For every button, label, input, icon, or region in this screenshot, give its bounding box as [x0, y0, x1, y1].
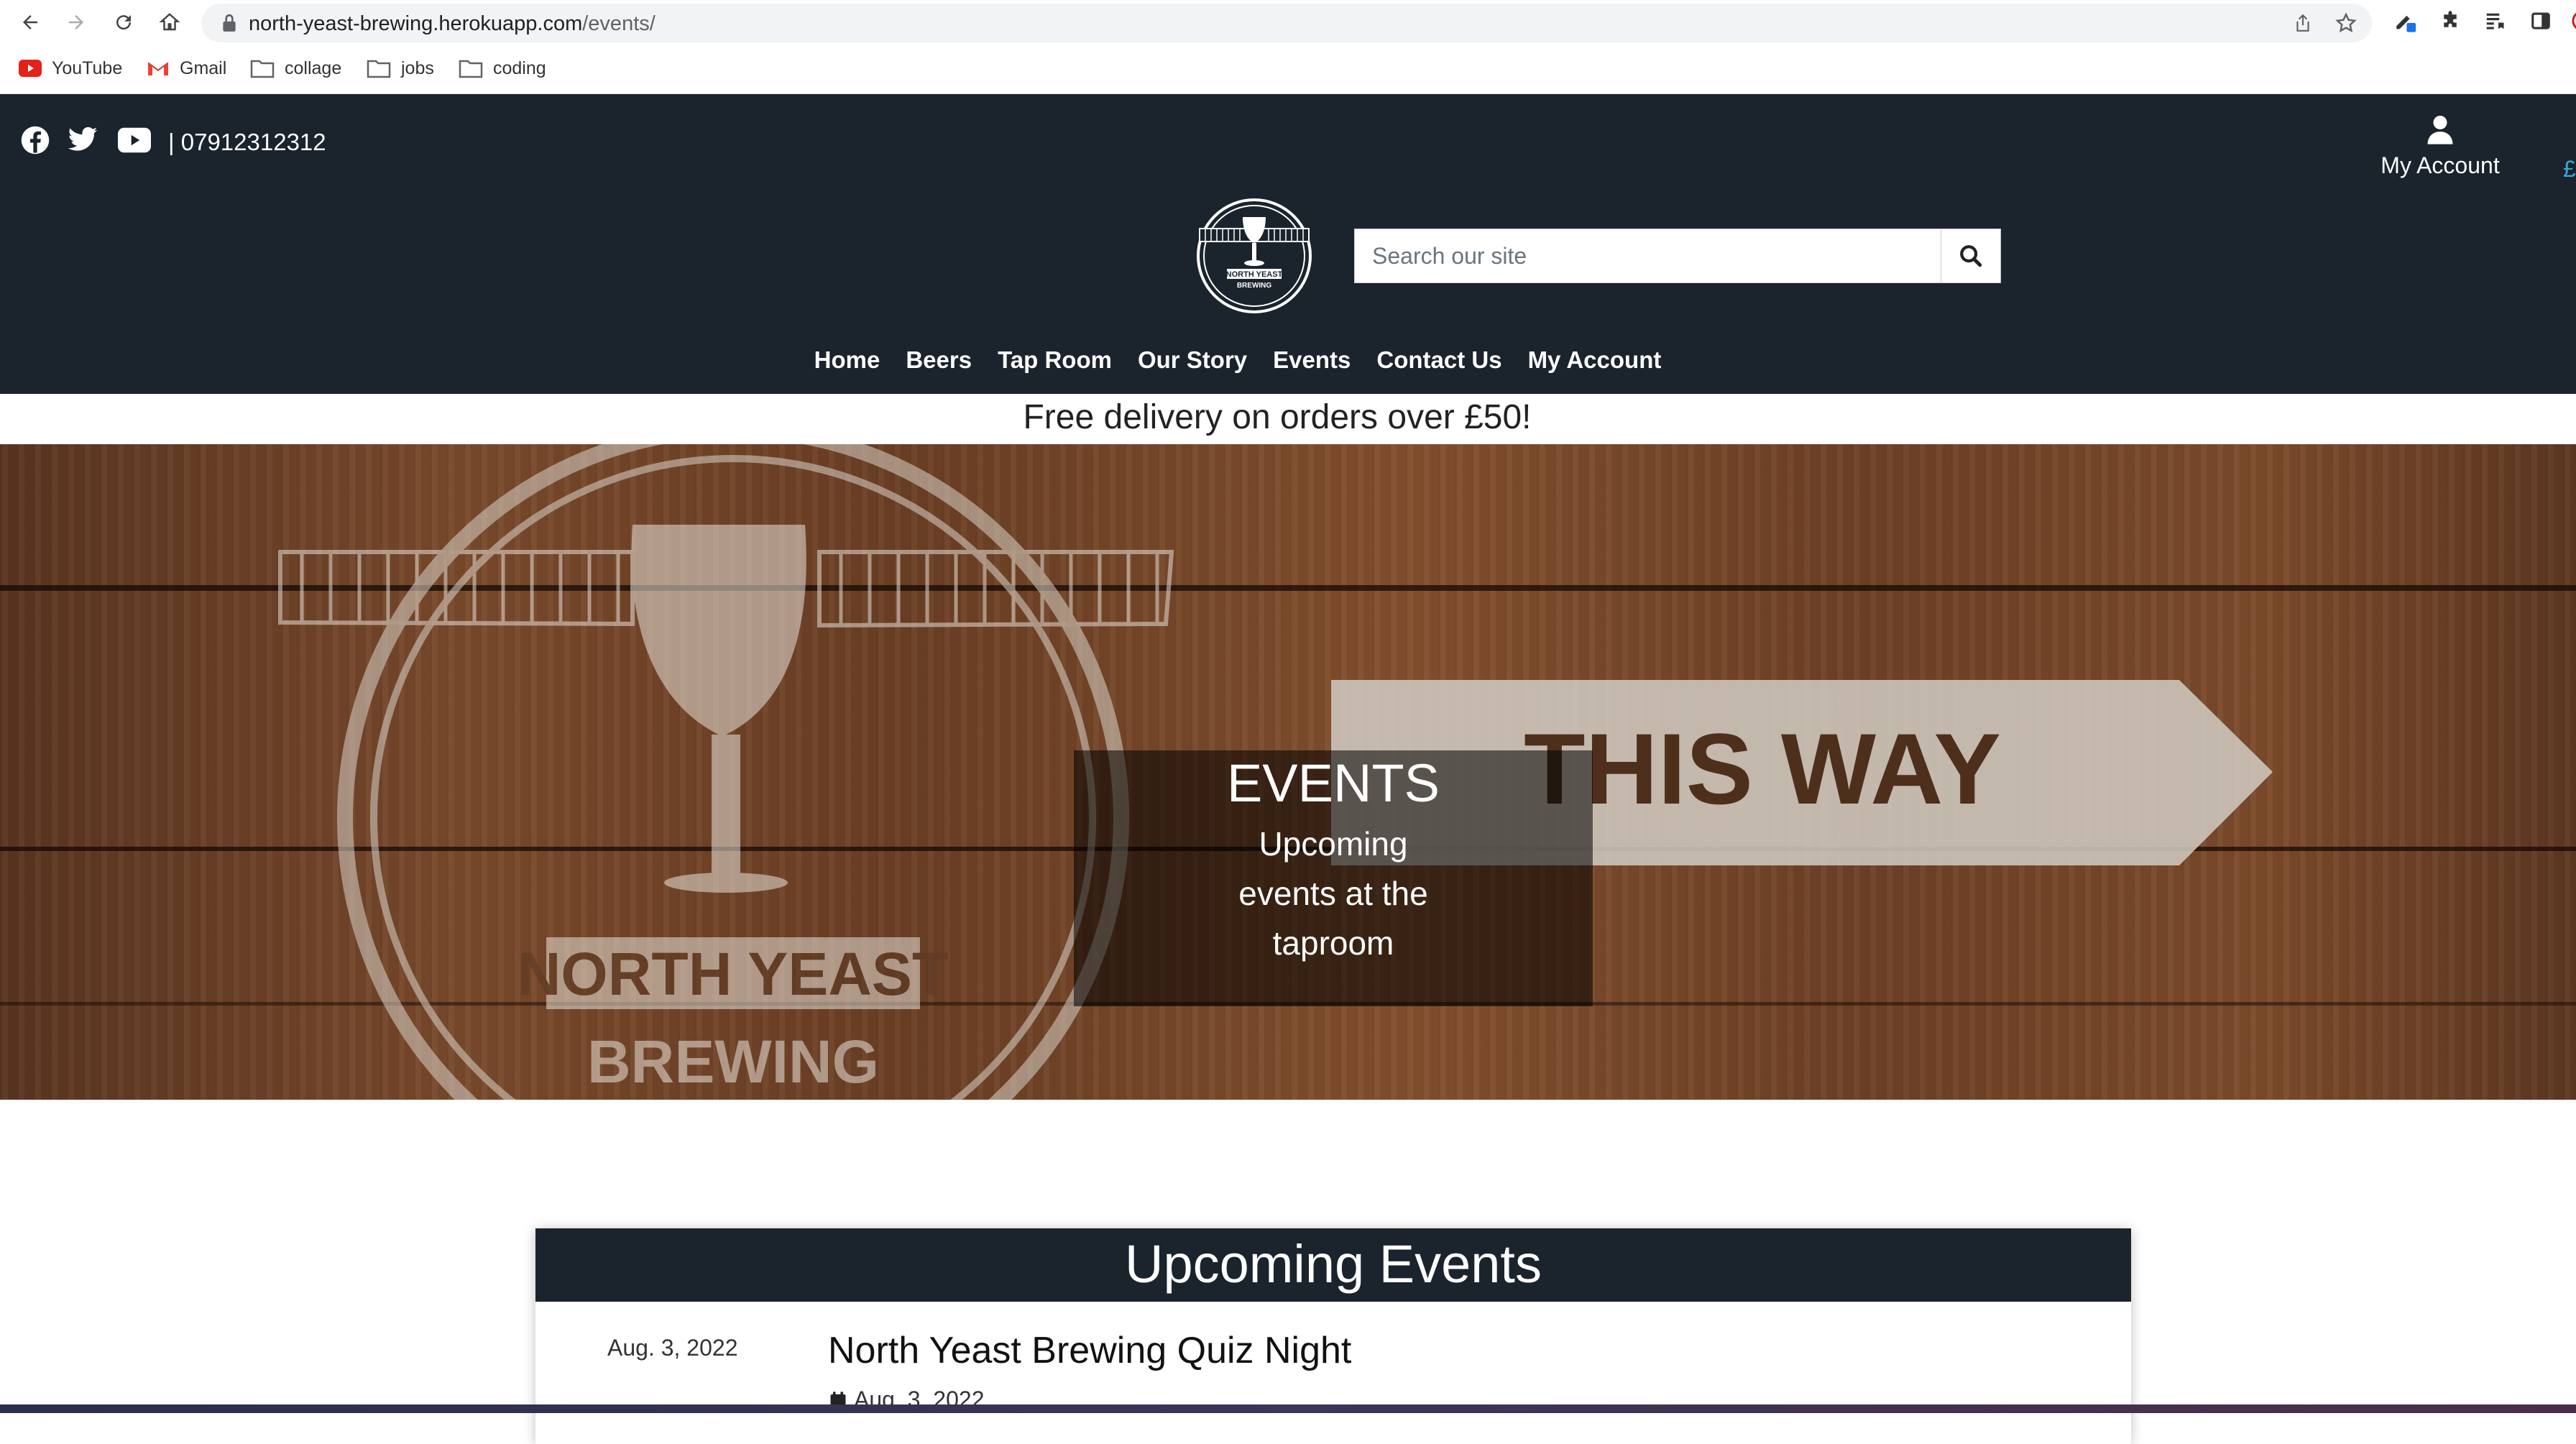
bookmark-label: coding: [493, 58, 546, 78]
home-icon[interactable]: [152, 6, 187, 39]
my-account-link[interactable]: My Account: [2379, 114, 2501, 179]
hero-brewery-logo: NORTH YEAST BREWING: [278, 444, 1174, 1100]
extensions-puzzle-icon[interactable]: [2438, 9, 2462, 33]
url-path: /events/: [582, 12, 656, 35]
bookmarks-bar: YouTube Gmail collage jobs coding: [0, 45, 2576, 94]
twitter-icon[interactable]: [66, 124, 99, 157]
profile-avatar[interactable]: [2564, 9, 2576, 33]
main-nav: Home Beers Tap Room Our Story Events Con…: [0, 339, 2576, 382]
reload-icon[interactable]: [106, 6, 141, 39]
extension-pen-icon[interactable]: [2393, 9, 2418, 33]
search-button[interactable]: [1941, 229, 2000, 282]
hero-logo-text-bottom: BREWING: [587, 1028, 879, 1095]
search-icon: [1960, 245, 1982, 267]
delivery-banner: Free delivery on orders over £50!: [1023, 398, 1532, 436]
bookmark-label: YouTube: [52, 58, 123, 78]
nav-my-account[interactable]: My Account: [1528, 339, 1662, 382]
youtube-icon[interactable]: [118, 124, 151, 157]
bookmark-jobs[interactable]: jobs: [367, 55, 434, 82]
logo-text-top: NORTH YEAST: [1226, 270, 1283, 279]
user-icon: [2427, 116, 2453, 144]
bookmark-youtube[interactable]: YouTube: [19, 55, 122, 82]
nav-our-story[interactable]: Our Story: [1138, 339, 1247, 382]
search-input[interactable]: [1355, 229, 1936, 282]
browser-toolbar: north-yeast-brewing.herokuapp.com/events…: [0, 0, 2576, 45]
address-bar[interactable]: north-yeast-brewing.herokuapp.com/events…: [201, 4, 2372, 42]
nav-tap-room[interactable]: Tap Room: [998, 339, 1112, 382]
sign-text: THIS WAY: [1524, 712, 2001, 825]
youtube-icon: [19, 60, 42, 77]
back-icon[interactable]: [13, 6, 47, 39]
hero-logo-text-top: NORTH YEAST: [518, 940, 949, 1008]
event-date: Aug. 3, 2022: [607, 1335, 738, 1361]
taskbar-edge: [0, 1404, 2576, 1413]
hero-title: EVENTS: [1226, 753, 1440, 813]
bookmark-coding[interactable]: coding: [459, 55, 546, 82]
bookmark-star-icon[interactable]: [2334, 12, 2358, 35]
site-header: | 07912312312 My Account £ NORTH YEAST B…: [0, 94, 2576, 394]
bookmark-label: collage: [285, 58, 342, 78]
nav-contact-us[interactable]: Contact Us: [1376, 339, 1501, 382]
side-panel-icon[interactable]: [2529, 9, 2553, 33]
url-host: north-yeast-brewing.herokuapp.com: [249, 12, 583, 35]
gmail-icon: [147, 62, 169, 75]
search-form: [1354, 229, 2001, 283]
folder-icon: [250, 60, 275, 78]
phone-number: | 07912312312: [168, 129, 326, 155]
hero-subtitle: Upcoming events at the taproom: [1238, 825, 1428, 962]
event-title[interactable]: North Yeast Brewing Quiz Night: [828, 1329, 1351, 1372]
folder-icon: [459, 60, 483, 78]
forward-icon[interactable]: [59, 6, 93, 39]
bookmark-collage[interactable]: collage: [250, 55, 341, 82]
nav-events[interactable]: Events: [1273, 339, 1351, 382]
bookmark-label: jobs: [401, 58, 434, 78]
facebook-icon[interactable]: [19, 124, 52, 157]
folder-icon: [367, 60, 391, 78]
hero-caption: EVENTS Upcoming events at the taproom: [1074, 750, 1593, 1006]
nav-beers[interactable]: Beers: [906, 339, 972, 382]
logo-text-bottom: BREWING: [1237, 282, 1272, 290]
url-text[interactable]: north-yeast-brewing.herokuapp.com/events…: [249, 12, 656, 36]
bookmark-label: Gmail: [180, 58, 227, 78]
share-icon[interactable]: [2291, 12, 2314, 35]
nav-home[interactable]: Home: [814, 339, 880, 382]
events-heading: Upcoming Events: [535, 1228, 2131, 1302]
site-logo[interactable]: NORTH YEAST BREWING: [1195, 197, 1313, 315]
cart-total[interactable]: £: [2563, 156, 2576, 183]
my-account-label: My Account: [2380, 152, 2500, 178]
hero-banner: NORTH YEAST BREWING THIS WAY EVENTS Upco…: [0, 444, 2576, 1100]
lock-icon[interactable]: [220, 13, 240, 33]
bookmark-gmail[interactable]: Gmail: [147, 55, 226, 82]
reading-list-icon[interactable]: [2483, 9, 2507, 33]
